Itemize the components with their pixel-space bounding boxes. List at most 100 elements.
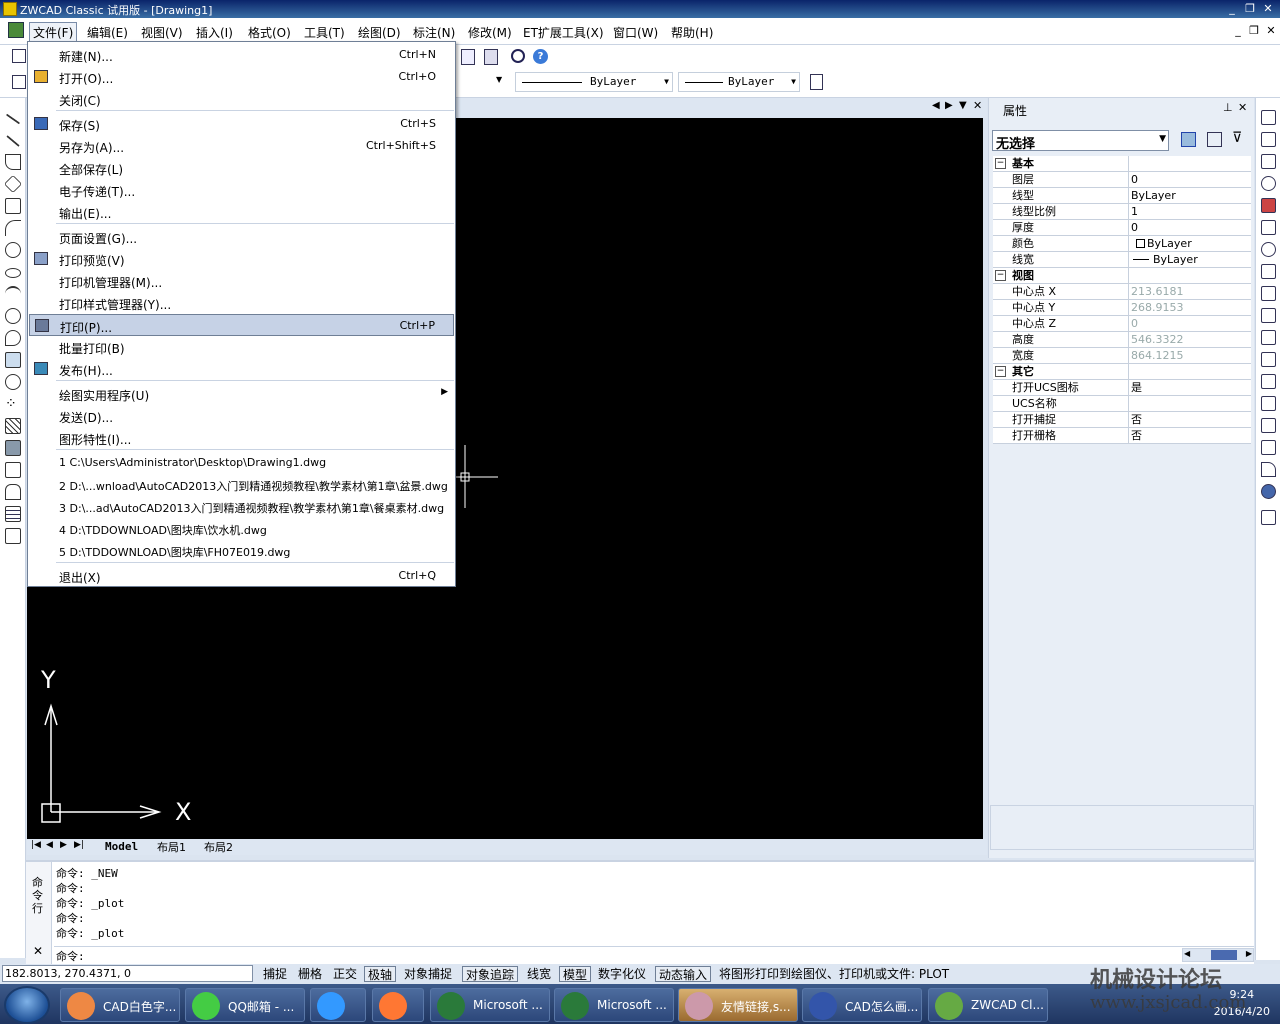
selection-dropdown[interactable]: 无选择 ▼ — [992, 130, 1169, 152]
insert-block-icon[interactable] — [5, 352, 21, 368]
explode-icon[interactable] — [1261, 484, 1276, 499]
menu-et-tools[interactable]: ET扩展工具(X) — [523, 24, 604, 41]
menu-item-new[interactable]: 新建(N)... Ctrl+N — [29, 44, 454, 66]
menu-item-drawing-utilities[interactable]: 绘图实用程序(U) ▶ — [29, 383, 454, 405]
lengthen-icon[interactable] — [1261, 308, 1276, 323]
trim-icon[interactable] — [1261, 330, 1276, 345]
array-icon[interactable] — [1261, 198, 1276, 213]
menu-help[interactable]: 帮助(H) — [671, 24, 713, 41]
menu-item-exit[interactable]: 退出(X) Ctrl+Q — [29, 565, 454, 587]
stretch-icon[interactable] — [1261, 286, 1276, 301]
recent-file-3[interactable]: 3 D:\...ad\AutoCAD2013入门到精通视频教程\教学素材\第1章… — [29, 496, 454, 518]
recent-file-5[interactable]: 5 D:\TDDOWNLOAD\图块库\FH07E019.dwg — [29, 540, 454, 562]
menu-item-open[interactable]: 打开(O)... Ctrl+O — [29, 66, 454, 88]
break-icon[interactable] — [1261, 374, 1276, 389]
point-icon[interactable]: ⁘ — [5, 396, 21, 412]
menu-item-plotter-manager[interactable]: 打印机管理器(M)... — [29, 270, 454, 292]
property-row[interactable]: 线型比例 1 — [993, 204, 1251, 220]
prev-tab-icon[interactable]: ◀ — [46, 840, 53, 850]
property-row[interactable]: 打开捕捉否 — [993, 412, 1251, 428]
toggle-snap[interactable]: 捕捉 — [260, 966, 290, 982]
menu-item-save-all[interactable]: 全部保存(L) — [29, 157, 454, 179]
menu-insert[interactable]: 插入(I) — [196, 24, 233, 41]
property-row[interactable]: 颜色 ByLayer — [993, 236, 1251, 252]
zoom-icon[interactable] — [511, 49, 525, 63]
gradient-icon[interactable] — [5, 440, 21, 456]
toggle-dynamic-input[interactable]: 动态输入 — [655, 966, 712, 982]
property-row[interactable]: 中心点 Z0 — [993, 316, 1251, 332]
lineweight-dropdown[interactable]: ByLayer ▼ — [678, 72, 800, 92]
toggle-tablet[interactable]: 数字化仪 — [595, 966, 649, 982]
quick-select-icon[interactable] — [1181, 132, 1196, 147]
ellipse-arc-icon[interactable] — [5, 308, 21, 324]
line-icon[interactable] — [5, 113, 21, 125]
rectangle-icon[interactable] — [5, 198, 21, 214]
property-group[interactable]: − 视图 — [993, 268, 1251, 284]
menu-dimension[interactable]: 标注(N) — [413, 24, 455, 41]
erase-icon[interactable] — [1261, 110, 1276, 125]
taskbar-item-qq-mail[interactable]: QQ邮箱 - ... — [185, 988, 305, 1022]
minimize-button[interactable]: _ — [1225, 2, 1239, 16]
menu-item-page-setup[interactable]: 页面设置(G)... — [29, 226, 454, 248]
collapse-icon[interactable]: − — [995, 158, 1006, 169]
offset-icon[interactable] — [1261, 176, 1276, 191]
taskbar-item-excel-2[interactable]: Microsoft ... — [554, 988, 674, 1022]
circle-icon[interactable] — [5, 242, 21, 258]
close-icon[interactable]: ✕ — [973, 99, 982, 112]
toggle-polar[interactable]: 极轴 — [364, 966, 397, 982]
toggle-otrack[interactable]: 对象追踪 — [462, 966, 519, 982]
menu-item-save-as[interactable]: 另存为(A)... Ctrl+Shift+S — [29, 135, 454, 157]
menu-item-drawing-properties[interactable]: 图形特性(I)... — [29, 427, 454, 449]
menu-file[interactable]: 文件(F) — [33, 24, 73, 41]
menu-item-close[interactable]: 关闭(C) — [29, 88, 454, 110]
new-icon[interactable] — [12, 49, 26, 63]
revision-cloud-icon[interactable] — [5, 330, 21, 346]
layer-icon[interactable] — [12, 75, 26, 89]
taskbar-item-word[interactable]: CAD怎么画... — [802, 988, 922, 1022]
chamfer-icon[interactable] — [1261, 440, 1276, 455]
polygon-icon[interactable] — [3, 174, 23, 194]
start-button[interactable] — [4, 986, 50, 1024]
toggle-ortho[interactable]: 正交 — [330, 966, 360, 982]
menu-view[interactable]: 视图(V) — [141, 24, 183, 41]
wipeout-icon[interactable] — [5, 484, 21, 500]
region-icon[interactable] — [5, 462, 21, 478]
chevron-left-icon[interactable]: ◀ — [932, 100, 940, 111]
toggle-model[interactable]: 模型 — [559, 966, 592, 982]
property-row[interactable]: 厚度 0 — [993, 220, 1251, 236]
move-icon[interactable] — [1261, 220, 1276, 235]
linetype-dropdown[interactable]: ByLayer ▼ — [515, 72, 673, 92]
property-row[interactable]: 线型 ByLayer — [993, 188, 1251, 204]
hatch-icon[interactable] — [5, 418, 21, 434]
taskbar-item-cad-text[interactable]: CAD白色字... — [60, 988, 180, 1022]
close-icon[interactable]: ✕ — [1238, 101, 1247, 114]
copy-icon[interactable] — [1261, 132, 1276, 147]
restore-button[interactable]: ❐ — [1243, 2, 1257, 16]
chevron-down-icon[interactable]: ▼ — [959, 100, 967, 111]
next-tab-icon[interactable]: ▶ — [60, 840, 67, 850]
menu-item-export[interactable]: 输出(E)... — [29, 201, 454, 223]
properties-icon[interactable] — [461, 49, 475, 65]
fillet-icon[interactable] — [1261, 462, 1276, 477]
menu-item-plot-style-manager[interactable]: 打印样式管理器(Y)... — [29, 292, 454, 314]
menu-item-publish[interactable]: 发布(H)... — [29, 358, 454, 380]
taskbar-item-links[interactable]: 友情链接,s... — [678, 988, 798, 1022]
extend-icon[interactable] — [1261, 352, 1276, 367]
mtext-icon[interactable] — [5, 528, 21, 544]
tab-layout1[interactable]: 布局1 — [157, 839, 186, 855]
last-tab-icon[interactable]: ▶| — [74, 840, 84, 850]
command-prompt[interactable]: 命令: — [56, 948, 85, 964]
menu-tools[interactable]: 工具(T) — [304, 24, 345, 41]
join-icon[interactable] — [1261, 418, 1276, 433]
taskbar-item-ie[interactable] — [310, 988, 366, 1022]
close-icon[interactable]: ✕ — [33, 944, 43, 958]
property-row[interactable]: 图层 0 — [993, 172, 1251, 188]
chevron-left-icon[interactable]: ◀ — [1184, 949, 1190, 958]
toggle-osnap[interactable]: 对象捕捉 — [401, 966, 455, 982]
collapse-icon[interactable]: − — [995, 270, 1006, 281]
taskbar-item-excel-1[interactable]: Microsoft ... — [430, 988, 550, 1022]
ellipse-icon[interactable] — [5, 268, 21, 278]
break-at-point-icon[interactable] — [1261, 396, 1276, 411]
taskbar-item-firefox[interactable] — [372, 988, 424, 1022]
design-center-icon[interactable] — [484, 49, 498, 65]
